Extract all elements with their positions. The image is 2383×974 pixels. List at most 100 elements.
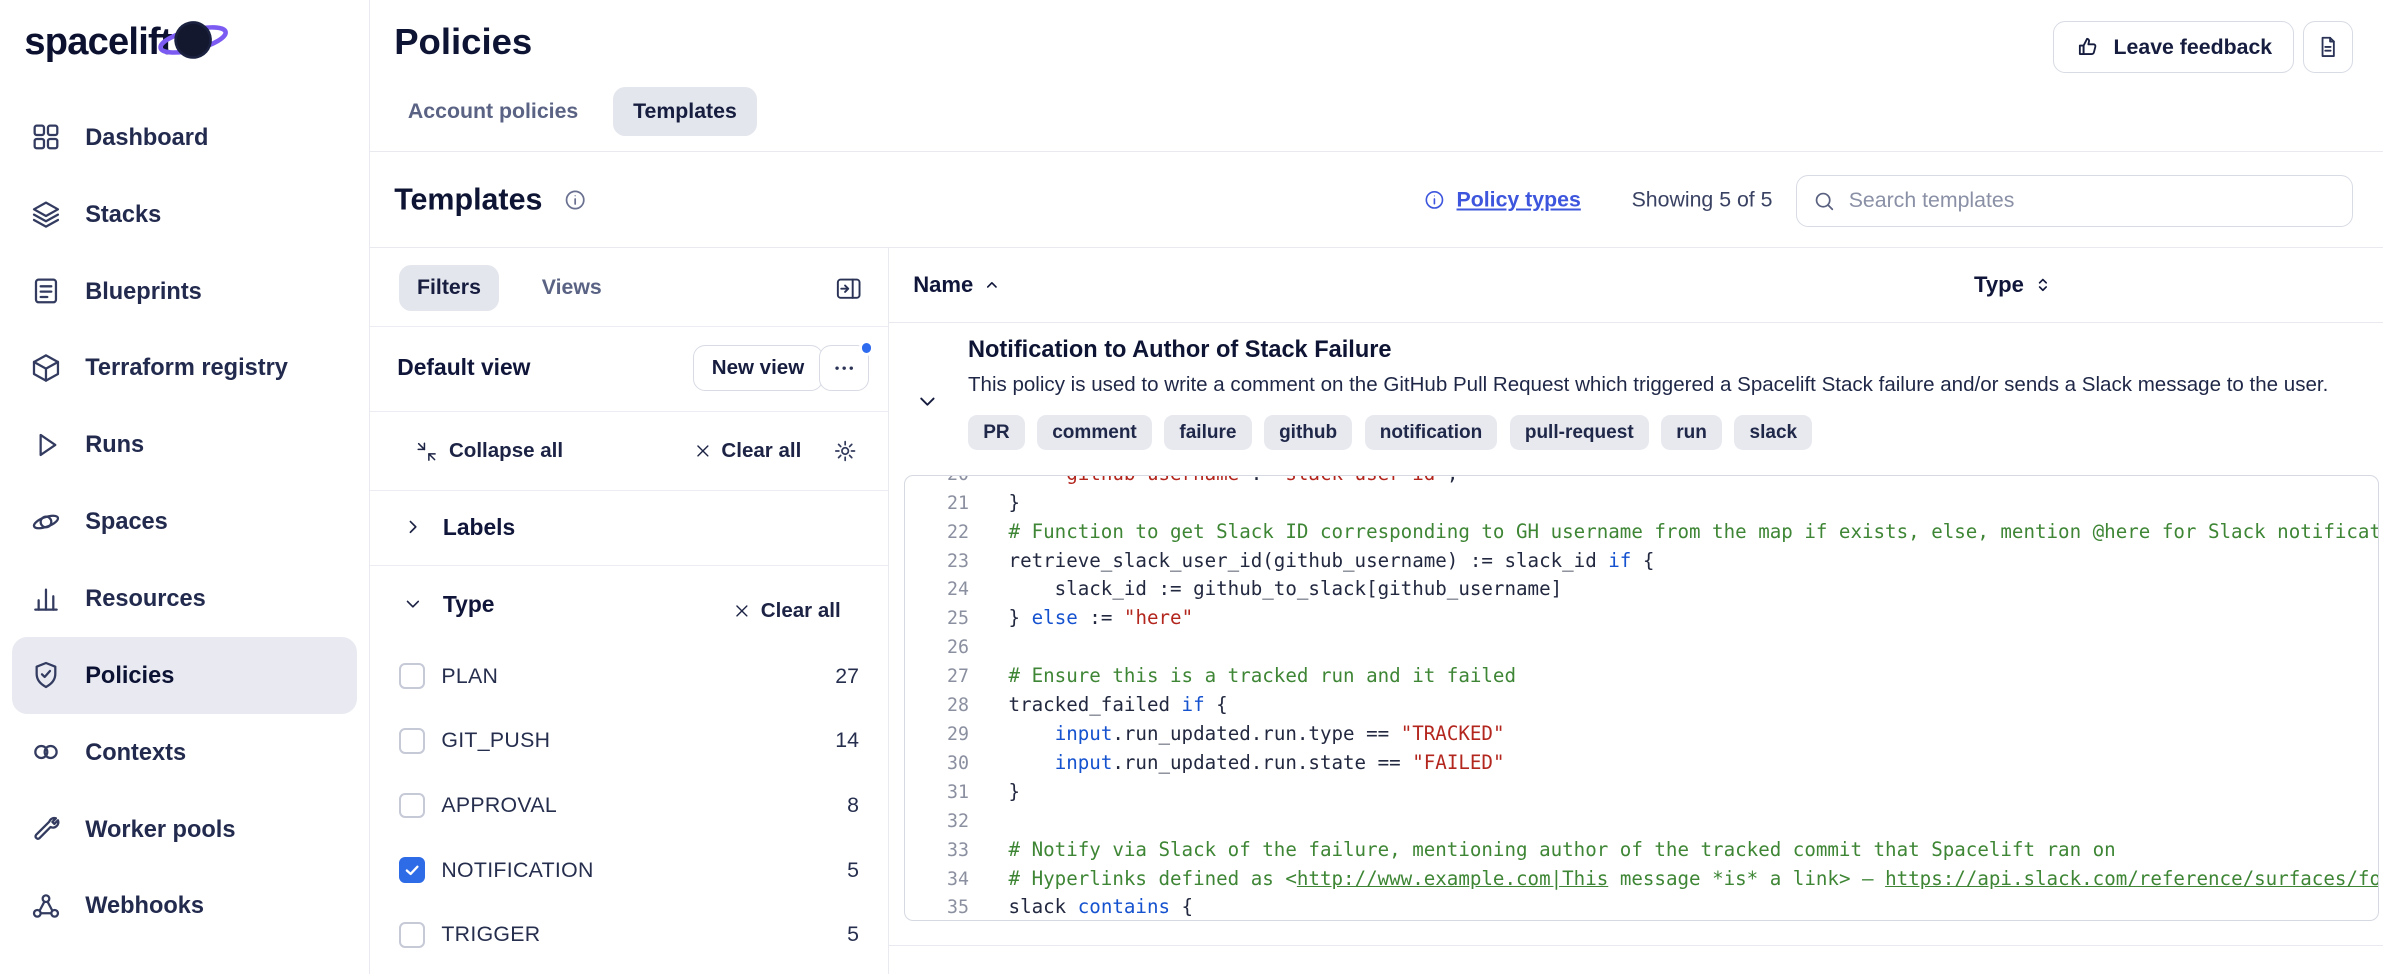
type-options: PLAN27GIT_PUSH14APPROVAL8NOTIFICATION5TR… (370, 644, 888, 967)
document-icon (2315, 34, 2341, 60)
checkbox[interactable] (399, 922, 425, 948)
filters-toolbar: Collapse all Clear all (370, 412, 888, 490)
sort-asc-icon (982, 275, 1002, 295)
tag-slack[interactable]: slack (1734, 415, 1812, 450)
filter-option-label: TRIGGER (441, 922, 830, 947)
tag-failure[interactable]: failure (1164, 415, 1252, 450)
tag-pull-request[interactable]: pull-request (1510, 415, 1649, 450)
sidebar-item-label: Webhooks (85, 892, 204, 919)
filter-option-label: GIT_PUSH (441, 728, 818, 753)
line-number: 26 (905, 634, 969, 663)
gear-icon[interactable] (833, 439, 857, 463)
divider (370, 565, 888, 566)
column-header-type[interactable]: Type (1974, 248, 2053, 323)
tag-run[interactable]: run (1661, 415, 1722, 450)
filters-views-tabs: Filters Views (399, 265, 620, 311)
checked-checkbox[interactable] (399, 857, 425, 883)
tab-views[interactable]: Views (524, 265, 621, 311)
sidebar-item-blueprints[interactable]: Blueprints (12, 253, 357, 330)
sidebar-item-label: Dashboard (85, 124, 208, 151)
policy-title[interactable]: Notification to Author of Stack Failure (968, 336, 1392, 363)
line-number: 24 (905, 576, 969, 605)
code-line-34: 34# Hyperlinks defined as <http://www.ex… (905, 865, 2378, 894)
filter-option-approval[interactable]: APPROVAL8 (370, 773, 888, 838)
tab-templates[interactable]: Templates (613, 87, 756, 136)
sidebar-item-dashboard[interactable]: Dashboard (12, 99, 357, 176)
policy-types-label: Policy types (1457, 187, 1581, 212)
line-number: 35 (905, 894, 969, 920)
filter-option-count: 27 (835, 664, 859, 689)
policy-types-link[interactable]: Policy types (1423, 187, 1581, 212)
policy-code-viewer[interactable]: 20 "github-username": "slack-user-id",21… (904, 475, 2379, 921)
filter-option-label: APPROVAL (441, 793, 830, 818)
more-options-button[interactable] (819, 345, 869, 391)
default-view-label: Default view (397, 345, 530, 391)
labels-section-label: Labels (443, 514, 515, 541)
sidebar-item-resources[interactable]: Resources (12, 560, 357, 637)
content: Filters Views Default view New view (370, 248, 2383, 974)
sidebar-item-label: Resources (85, 585, 206, 612)
filters-panel: Filters Views Default view New view (370, 248, 889, 974)
filter-option-trigger[interactable]: TRIGGER5 (370, 902, 888, 967)
divider (889, 945, 2383, 946)
documentation-button[interactable] (2303, 21, 2353, 73)
labels-section-header[interactable]: Labels (370, 490, 888, 565)
sidebar-item-worker-pools[interactable]: Worker pools (12, 791, 357, 868)
line-number: 21 (905, 490, 969, 519)
sidebar-item-policies[interactable]: Policies (12, 637, 357, 714)
tag-notification[interactable]: notification (1365, 415, 1498, 450)
policy-description: This policy is used to write a comment o… (968, 373, 2328, 397)
clear-all-button[interactable]: Clear all (693, 439, 802, 463)
sidebar-item-stacks[interactable]: Stacks (12, 176, 357, 253)
divider (370, 326, 888, 327)
sidebar-item-more[interactable] (12, 944, 357, 974)
templates-bar: Templates Policy types Showing 5 of 5 (370, 152, 2383, 248)
checkbox[interactable] (399, 728, 425, 754)
line-number: 33 (905, 837, 969, 866)
tab-filters[interactable]: Filters (399, 265, 499, 311)
tag-comment[interactable]: comment (1037, 415, 1152, 450)
checkbox[interactable] (399, 663, 425, 689)
code-line-22: 22# Function to get Slack ID correspondi… (905, 518, 2378, 547)
filter-option-git_push[interactable]: GIT_PUSH 14 (370, 708, 888, 773)
sort-both-icon (2033, 275, 2053, 295)
expand-chevron-icon[interactable] (916, 390, 939, 413)
runs-icon (30, 429, 62, 461)
sidebar-item-spaces[interactable]: Spaces (12, 483, 357, 560)
info-icon[interactable] (563, 187, 587, 211)
spacelift-logo[interactable]: spacelift (24, 21, 172, 82)
sidebar-item-label: Contexts (85, 739, 186, 766)
code-line-27: 27# Ensure this is a tracked run and it … (905, 662, 2378, 691)
code-line-23: 23retrieve_slack_user_id(github_username… (905, 547, 2378, 576)
checkbox[interactable] (399, 793, 425, 819)
filter-option-label: NOTIFICATION (441, 858, 830, 883)
filter-option-count: 14 (835, 728, 859, 753)
code-line-33: 33# Notify via Slack of the failure, men… (905, 836, 2378, 865)
filter-option-notification[interactable]: NOTIFICATION5 (370, 838, 888, 903)
sidebar-item-runs[interactable]: Runs (12, 406, 357, 483)
contexts-icon (30, 736, 62, 768)
new-view-button[interactable]: New view (693, 345, 824, 391)
info-icon (1423, 188, 1446, 211)
code-lines: 20 "github-username": "slack-user-id",21… (905, 475, 2378, 921)
line-number: 30 (905, 750, 969, 779)
sidebar-item-webhooks[interactable]: Webhooks (12, 868, 357, 945)
planet-icon (152, 8, 234, 72)
tab-account-policies[interactable]: Account policies (388, 87, 598, 136)
sidebar-item-terraform-registry[interactable]: Terraform registry (12, 330, 357, 407)
leave-feedback-button[interactable]: Leave feedback (2053, 21, 2294, 73)
type-clear-all-button[interactable]: Clear all (732, 599, 841, 623)
page-tabs: Account policies Templates (388, 87, 757, 136)
collapse-all-button[interactable]: Collapse all (416, 439, 564, 463)
tag-github[interactable]: github (1264, 415, 1353, 450)
filter-option-label: PLAN (441, 664, 818, 689)
filter-option-plan[interactable]: PLAN 27 (370, 644, 888, 709)
column-header-name[interactable]: Name (913, 248, 1002, 323)
ellipsis-icon (832, 356, 856, 380)
chevron-down-icon (403, 594, 423, 614)
line-number: 34 (905, 866, 969, 895)
sidebar-item-contexts[interactable]: Contexts (12, 714, 357, 791)
tag-pr[interactable]: PR (968, 415, 1025, 450)
search-templates-input[interactable] (1849, 188, 2337, 213)
collapse-panel-icon[interactable] (835, 275, 862, 302)
